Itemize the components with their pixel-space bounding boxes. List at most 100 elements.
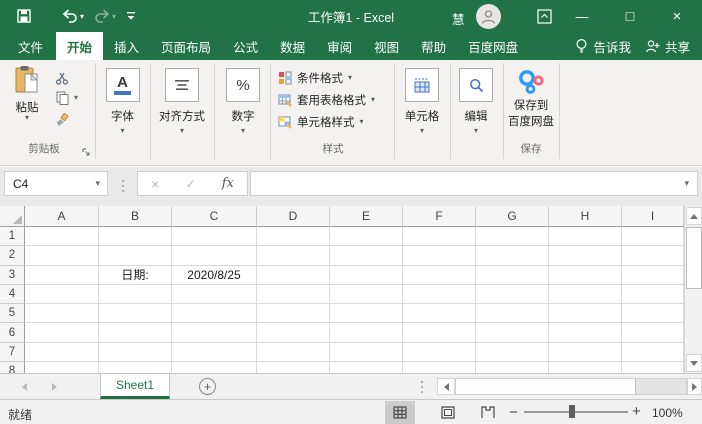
save-to-baidu-netdisk-button[interactable]: 保存到 百度网盘	[506, 68, 556, 129]
cell-I8[interactable]	[622, 362, 684, 373]
cell-E4[interactable]	[330, 285, 403, 304]
cell-I5[interactable]	[622, 304, 684, 323]
cell-A1[interactable]	[25, 227, 99, 246]
cell-B8[interactable]	[99, 362, 172, 373]
cell-E3[interactable]	[330, 266, 403, 285]
cell-H3[interactable]	[549, 266, 622, 285]
column-header-H[interactable]: H	[549, 206, 622, 227]
column-header-E[interactable]: E	[330, 206, 403, 227]
cell-H4[interactable]	[549, 285, 622, 304]
ribbon-tab-7[interactable]: 视图	[363, 32, 410, 60]
ribbon-tab-4[interactable]: 公式	[222, 32, 269, 60]
cell-D7[interactable]	[257, 343, 330, 362]
editing-group-button[interactable]: 编辑 ▾	[452, 68, 500, 134]
cell-G2[interactable]	[476, 246, 549, 265]
tab-bar-resize-handle[interactable]	[420, 381, 423, 393]
cell-E7[interactable]	[330, 343, 403, 362]
cell-C1[interactable]	[172, 227, 257, 246]
ribbon-tab-3[interactable]: 页面布局	[150, 32, 222, 60]
row-header-4[interactable]: 4	[0, 285, 25, 304]
sheet-nav-right-icon[interactable]	[52, 383, 57, 391]
vertical-scrollbar-thumb[interactable]	[686, 227, 702, 289]
cell-I7[interactable]	[622, 343, 684, 362]
cell-D5[interactable]	[257, 304, 330, 323]
cell-E8[interactable]	[330, 362, 403, 373]
number-group-button[interactable]: % 数字 ▾	[217, 68, 269, 134]
ribbon-tab-9[interactable]: 百度网盘	[457, 32, 529, 60]
horizontal-scrollbar-thumb[interactable]	[456, 379, 636, 394]
cell-A7[interactable]	[25, 343, 99, 362]
cell-A2[interactable]	[25, 246, 99, 265]
cell-C3[interactable]: 2020/8/25	[172, 266, 257, 285]
cell-B6[interactable]	[99, 323, 172, 342]
cell-C5[interactable]	[172, 304, 257, 323]
cell-H2[interactable]	[549, 246, 622, 265]
cell-F4[interactable]	[403, 285, 476, 304]
page-break-preview-button[interactable]	[473, 401, 503, 424]
scroll-down-button[interactable]	[686, 354, 702, 372]
column-header-I[interactable]: I	[622, 206, 684, 227]
font-group-button[interactable]: A 字体 ▾	[98, 68, 147, 134]
cell-A3[interactable]	[25, 266, 99, 285]
share-button[interactable]: 共享	[645, 32, 702, 60]
cell-B5[interactable]	[99, 304, 172, 323]
formula-bar-input[interactable]: ▾	[250, 171, 698, 196]
cell-H5[interactable]	[549, 304, 622, 323]
copy-button[interactable]	[53, 90, 71, 106]
cell-B2[interactable]	[99, 246, 172, 265]
row-header-6[interactable]: 6	[0, 323, 25, 342]
cell-styles-button[interactable]: 单元格样式 ▾	[278, 114, 364, 130]
cell-A8[interactable]	[25, 362, 99, 373]
cell-F5[interactable]	[403, 304, 476, 323]
cell-D1[interactable]	[257, 227, 330, 246]
insert-function-icon[interactable]: fx	[222, 176, 234, 191]
zoom-slider-track[interactable]	[524, 411, 628, 413]
cell-H6[interactable]	[549, 323, 622, 342]
zoom-in-button[interactable]: +	[632, 404, 641, 419]
page-layout-view-button[interactable]	[433, 401, 463, 424]
row-header-5[interactable]: 5	[0, 304, 25, 323]
row-header-8[interactable]: 8	[0, 362, 25, 373]
row-header-7[interactable]: 7	[0, 343, 25, 362]
horizontal-scrollbar-track[interactable]	[455, 378, 687, 395]
cell-C8[interactable]	[172, 362, 257, 373]
ribbon-tab-8[interactable]: 帮助	[410, 32, 457, 60]
account-user-name[interactable]: 慧	[452, 9, 465, 28]
sheet-nav-left-icon[interactable]	[22, 383, 27, 391]
ribbon-tab-1[interactable]: 开始	[56, 32, 103, 60]
cell-B1[interactable]	[99, 227, 172, 246]
cell-D4[interactable]	[257, 285, 330, 304]
enter-icon[interactable]: ✓	[185, 177, 195, 191]
maximize-button[interactable]: □	[610, 0, 650, 32]
minimize-button[interactable]: —	[562, 0, 602, 32]
cells-group-button[interactable]: 单元格 ▾	[397, 68, 447, 134]
column-header-D[interactable]: D	[257, 206, 330, 227]
vertical-scrollbar[interactable]	[684, 206, 702, 373]
column-header-G[interactable]: G	[476, 206, 549, 227]
row-header-2[interactable]: 2	[0, 246, 25, 265]
conditional-formatting-button[interactable]: 条件格式 ▾	[278, 70, 352, 86]
cell-I4[interactable]	[622, 285, 684, 304]
cell-E2[interactable]	[330, 246, 403, 265]
column-header-B[interactable]: B	[99, 206, 172, 227]
cell-F8[interactable]	[403, 362, 476, 373]
cell-C6[interactable]	[172, 323, 257, 342]
normal-view-button[interactable]	[385, 401, 415, 424]
cell-C7[interactable]	[172, 343, 257, 362]
formula-bar-resize-handle[interactable]	[121, 180, 124, 192]
cell-G7[interactable]	[476, 343, 549, 362]
ribbon-display-options-button[interactable]	[524, 0, 564, 32]
cell-I6[interactable]	[622, 323, 684, 342]
cell-C2[interactable]	[172, 246, 257, 265]
cell-G8[interactable]	[476, 362, 549, 373]
sheet-tab-sheet1[interactable]: Sheet1	[100, 374, 170, 399]
cell-A4[interactable]	[25, 285, 99, 304]
zoom-level-label[interactable]: 100%	[652, 406, 683, 420]
column-header-C[interactable]: C	[172, 206, 257, 227]
close-button[interactable]: ×	[657, 0, 697, 32]
cell-G4[interactable]	[476, 285, 549, 304]
formula-bar-expand-chevron-icon[interactable]: ▾	[684, 178, 697, 189]
ribbon-tab-6[interactable]: 审阅	[316, 32, 363, 60]
cut-button[interactable]	[53, 70, 71, 86]
alignment-group-button[interactable]: 对齐方式 ▾	[152, 68, 212, 134]
